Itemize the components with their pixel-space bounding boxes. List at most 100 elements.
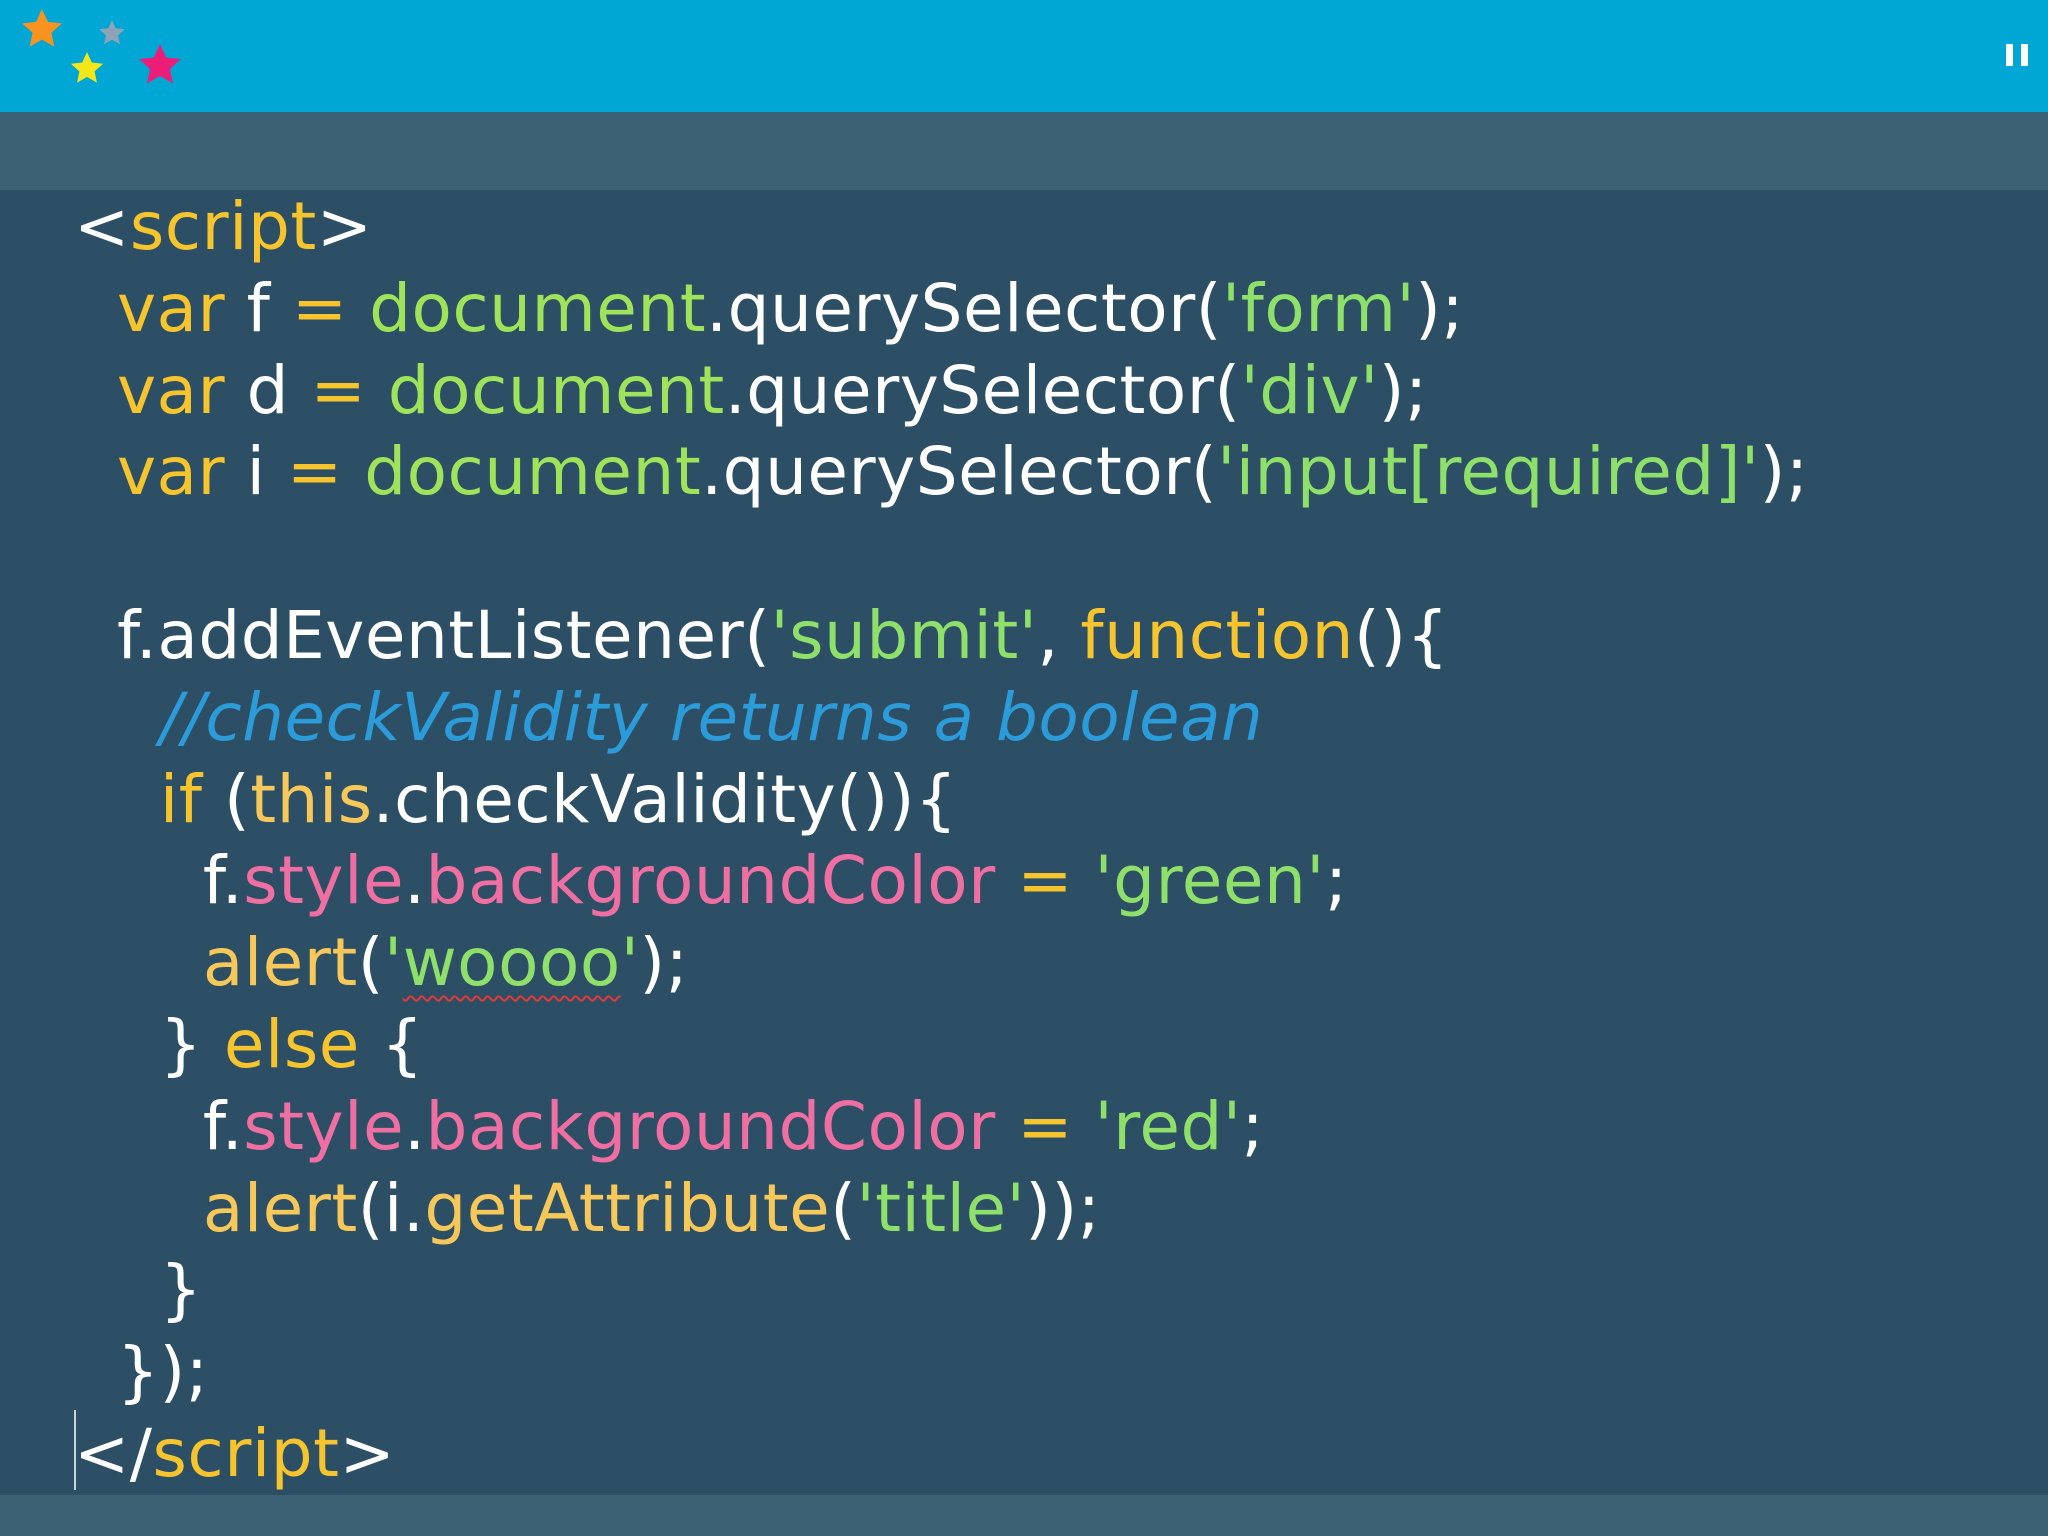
code-token: style xyxy=(243,842,405,920)
code-token: backgroundColor xyxy=(425,1087,996,1165)
stars-logo-icon xyxy=(22,9,181,84)
code-line: var f = document.querySelector('form'); xyxy=(74,268,1809,350)
code-token: )); xyxy=(1025,1169,1101,1247)
yellow-star-icon xyxy=(70,52,104,83)
code-line: var d = document.querySelector('div'); xyxy=(74,350,1809,432)
code-token: style xyxy=(243,1087,405,1165)
text-cursor xyxy=(74,1410,76,1490)
code-token: < xyxy=(74,188,130,265)
code-token: backgroundColor xyxy=(425,842,996,920)
code-line: f.addEventListener('submit', function(){ xyxy=(74,595,1809,677)
code-token: script xyxy=(129,188,317,265)
code-token: if xyxy=(159,760,203,838)
code-line: if (this.checkValidity()){ xyxy=(74,759,1809,841)
code-token: 'div' xyxy=(1240,351,1379,429)
code-token: document xyxy=(387,351,725,429)
code-token: ); xyxy=(1378,351,1428,429)
code-token: i xyxy=(225,433,287,511)
code-token: function xyxy=(1080,596,1354,674)
code-line: </script> xyxy=(74,1413,1809,1495)
code-token: getAttribute xyxy=(424,1169,831,1247)
code-token: 'form' xyxy=(1221,269,1416,347)
code-token: .checkValidity()){ xyxy=(372,760,958,838)
code-token: ); xyxy=(1759,433,1809,511)
code-token: . xyxy=(404,1087,426,1165)
code-token: var xyxy=(116,433,226,511)
code-line: f.style.backgroundColor = 'red'; xyxy=(74,1086,1809,1168)
top-bar xyxy=(0,0,2048,112)
code-token: > xyxy=(316,188,373,265)
code-token: this xyxy=(250,760,373,838)
code-token: ( xyxy=(830,1169,857,1247)
code-token: .querySelector( xyxy=(701,433,1218,511)
code-token: //checkValidity returns a boolean xyxy=(159,678,1264,756)
code-token: document xyxy=(364,433,702,511)
code-token: 'green' xyxy=(1094,842,1325,920)
code-token: }); xyxy=(74,1333,209,1411)
code-token: d xyxy=(225,351,311,429)
code-token: f xyxy=(225,269,292,347)
code-token: ( xyxy=(202,760,251,838)
code-token: var xyxy=(116,269,226,347)
code-token: ; xyxy=(1241,1087,1265,1165)
code-token: 'title' xyxy=(856,1169,1026,1247)
code-token: document xyxy=(369,269,707,347)
code-token: = xyxy=(286,433,343,511)
code-token: (i. xyxy=(357,1169,425,1247)
code-token: . xyxy=(404,842,426,920)
pause-icon xyxy=(2021,44,2028,66)
code-token: else xyxy=(223,1005,360,1083)
code-token: var xyxy=(116,351,226,429)
editor-toolbar-strip xyxy=(0,112,2048,190)
code-line: f.style.backgroundColor = 'green'; xyxy=(74,840,1809,922)
code-token: = xyxy=(310,351,367,429)
code-line: } xyxy=(74,1249,1809,1331)
code-line: var i = document.querySelector('input[re… xyxy=(74,431,1809,513)
code-token: ; xyxy=(1324,842,1348,920)
code-token: alert xyxy=(202,1169,358,1247)
code-token: f. xyxy=(74,1087,244,1165)
code-block[interactable]: <script> var f = document.querySelector(… xyxy=(74,186,1809,1495)
code-line: alert('woooo'); xyxy=(74,922,1809,1004)
code-token: ' xyxy=(384,924,403,1002)
pink-star-icon xyxy=(139,44,181,84)
code-line: //checkValidity returns a boolean xyxy=(74,677,1809,759)
code-token: (){ xyxy=(1353,596,1449,674)
code-token: f. xyxy=(74,842,244,920)
pause-icon xyxy=(2006,44,2013,66)
code-token: 'red' xyxy=(1094,1087,1242,1165)
editor-footer-strip xyxy=(0,1495,2048,1536)
code-token: woooo xyxy=(402,924,621,1002)
code-token: script xyxy=(152,1414,340,1492)
code-token: = xyxy=(291,269,348,347)
gray-star-icon xyxy=(99,20,125,45)
code-token: > xyxy=(339,1414,396,1492)
code-token: alert xyxy=(202,924,358,1002)
pause-button[interactable] xyxy=(2002,40,2032,70)
orange-star-icon xyxy=(22,9,62,47)
code-token: { xyxy=(359,1005,424,1083)
code-token: = xyxy=(1017,1087,1074,1165)
code-line: alert(i.getAttribute('title')); xyxy=(74,1168,1809,1250)
code-token: ); xyxy=(1415,269,1465,347)
code-token: ' xyxy=(620,924,640,1002)
code-line: }); xyxy=(74,1331,1809,1413)
code-line: <script> xyxy=(74,186,1809,268)
code-token: </ xyxy=(74,1414,153,1492)
code-token: .querySelector( xyxy=(724,351,1241,429)
code-line: } else { xyxy=(74,1004,1809,1086)
